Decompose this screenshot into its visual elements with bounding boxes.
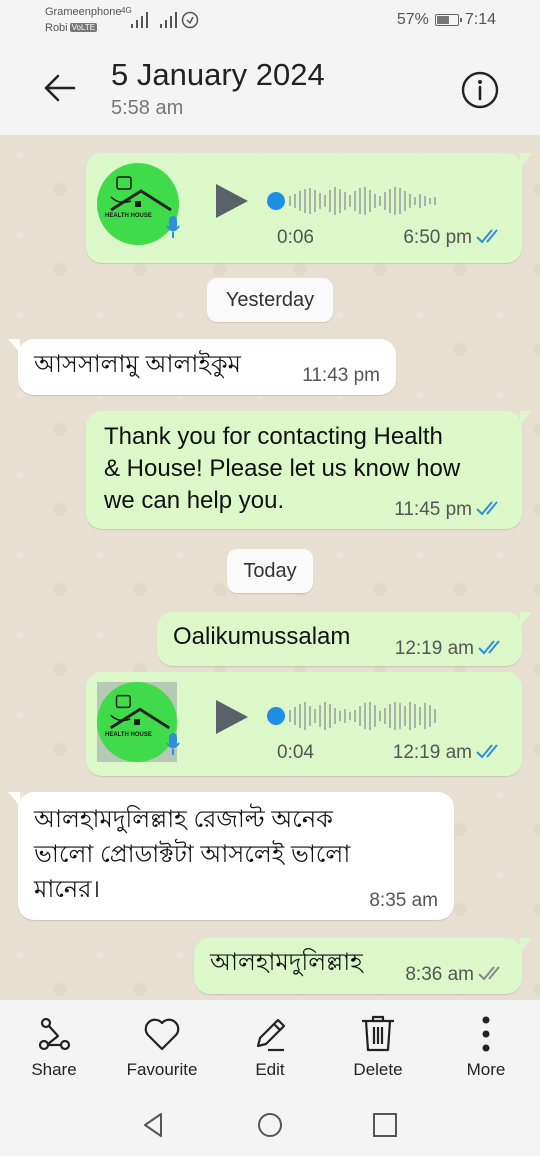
message-bubble-outgoing[interactable]: Thank you for contacting Health & House!… [86, 411, 532, 529]
back-arrow-icon[interactable] [40, 68, 80, 108]
chat-area[interactable]: HEALTH HOUSE 0:06 6:50 pm Yesterday আসসা… [0, 135, 540, 1000]
voice-duration: 0:06 [277, 227, 314, 248]
status-bar: Grameenphone Robi VoLTE 4G 57% 7:14 [0, 0, 540, 42]
nav-recents-icon[interactable] [370, 1110, 400, 1140]
waveform[interactable] [289, 186, 436, 216]
date-separator: Yesterday [207, 278, 333, 322]
read-ticks-icon [476, 229, 498, 244]
voice-message[interactable]: HEALTH HOUSE 0:04 12:19 am [86, 672, 522, 776]
share-button[interactable]: Share [4, 1014, 104, 1080]
playback-dot[interactable] [267, 192, 285, 210]
playback-dot[interactable] [267, 707, 285, 725]
favourite-button[interactable]: Favourite [112, 1014, 212, 1080]
message-text: Oalikumussalam [173, 623, 351, 650]
signal-icon-2 [160, 10, 180, 28]
info-icon[interactable] [460, 70, 500, 110]
delete-label: Delete [353, 1060, 403, 1079]
carrier-name-2: Robi VoLTE [45, 22, 98, 34]
play-icon[interactable] [216, 184, 248, 218]
status-right: 57% 7:14 [397, 11, 496, 29]
health-house-logo-icon [109, 694, 170, 730]
avatar-label: HEALTH HOUSE [105, 213, 152, 219]
clock: 7:14 [464, 11, 496, 28]
avatar-label: HEALTH HOUSE [105, 732, 152, 738]
trash-icon [362, 1015, 394, 1052]
delivered-ticks-icon [478, 966, 500, 981]
more-vertical-icon [482, 1016, 490, 1052]
carrier-name-1: Grameenphone [45, 6, 122, 18]
battery-percent: 57% [396, 11, 429, 28]
message-time: 11:43 pm [302, 365, 380, 386]
message-bubble-incoming[interactable]: আসসালামু আলাইকুম 11:43 pm [8, 339, 396, 395]
message-text: আলহামদুলিল্লাহ রেজাল্ট অনেক ভালো প্রোডাক… [34, 806, 351, 903]
message-bubble-incoming[interactable]: আলহামদুলিল্লাহ রেজাল্ট অনেক ভালো প্রোডাক… [8, 792, 454, 920]
message-bubble-outgoing[interactable]: Oalikumussalam 12:19 am [157, 612, 532, 666]
message-time: 8:36 am [405, 964, 506, 986]
volte-badge: VoLTE [69, 23, 98, 32]
message-time: 8:35 am [369, 890, 438, 911]
mic-icon [166, 216, 180, 238]
delete-button[interactable]: Delete [328, 1014, 428, 1080]
more-label: More [466, 1060, 506, 1079]
heart-icon [144, 1018, 180, 1051]
voice-duration: 0:04 [277, 742, 314, 763]
action-bar: Share Favourite Edit Delete More [0, 1000, 540, 1092]
voice-message[interactable]: HEALTH HOUSE 0:06 6:50 pm [86, 153, 532, 263]
message-time: 11:45 pm [394, 499, 504, 521]
share-icon [38, 1017, 71, 1051]
message-text: আসসালামু আলাইকুম [34, 351, 241, 378]
read-ticks-icon [478, 640, 500, 655]
waveform[interactable] [289, 701, 436, 731]
battery-icon [434, 14, 462, 26]
share-label: Share [31, 1060, 77, 1079]
more-button[interactable]: More [436, 1014, 536, 1080]
page-subtitle: 5:58 am [111, 97, 184, 119]
sender-avatar: HEALTH HOUSE [97, 682, 177, 762]
mic-icon [166, 733, 180, 755]
nav-home-icon[interactable] [255, 1110, 285, 1140]
read-ticks-icon [476, 744, 498, 759]
system-nav-bar [0, 1092, 540, 1156]
message-bubble-outgoing[interactable]: আলহামদুলিল্লাহ 8:36 am [194, 938, 532, 994]
wifi-off-icon [181, 11, 199, 29]
date-separator: Today [227, 549, 313, 593]
page-title: 5 January 2024 [111, 57, 325, 92]
pencil-icon [256, 1018, 286, 1052]
message-time: 6:50 pm [403, 227, 504, 249]
header: 5 January 2024 5:58 am [0, 42, 540, 135]
signal-icon [131, 10, 151, 28]
message-time: 12:19 am [395, 638, 506, 660]
read-ticks-icon [476, 501, 498, 516]
message-text: আলহামদুলিল্লাহ [210, 949, 363, 976]
favourite-label: Favourite [126, 1060, 198, 1079]
edit-button[interactable]: Edit [220, 1014, 320, 1080]
nav-back-icon[interactable] [139, 1110, 169, 1140]
play-icon[interactable] [216, 700, 248, 734]
edit-label: Edit [255, 1060, 285, 1079]
message-time: 12:19 am [393, 742, 504, 764]
